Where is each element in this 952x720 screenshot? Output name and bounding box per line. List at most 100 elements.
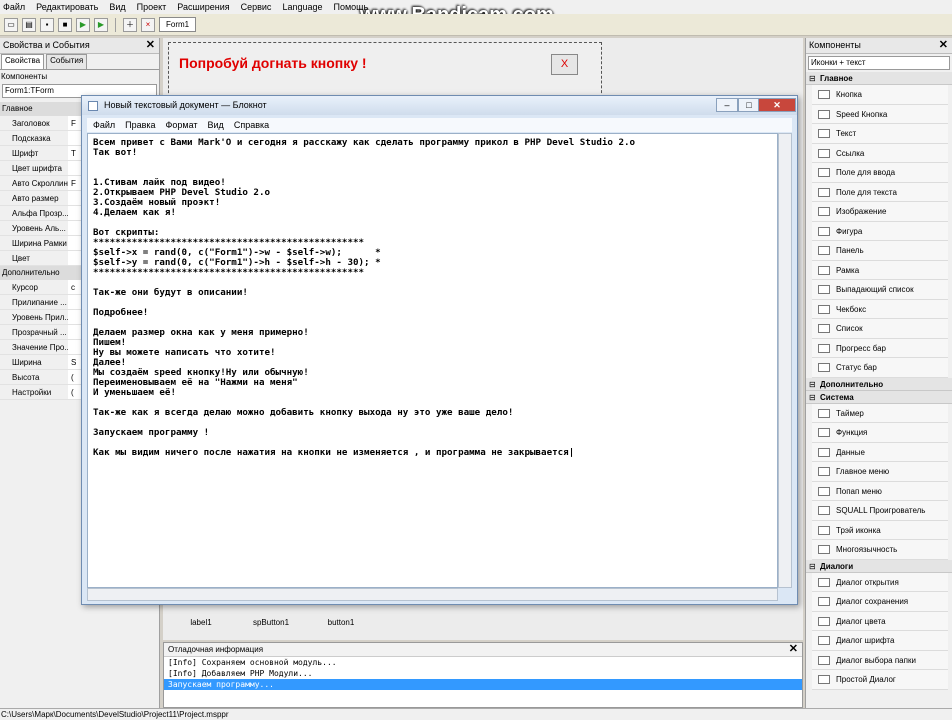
category-dialogs[interactable]: Диалоги [806, 559, 952, 573]
stop-icon[interactable]: ■ [58, 17, 72, 32]
menu-item[interactable]: Расширения [177, 2, 229, 12]
component-item[interactable]: Диалог сохранения [812, 592, 948, 612]
component-icon [818, 285, 830, 294]
component-spbutton1[interactable]: spButton1 [251, 618, 291, 627]
component-icon [818, 506, 830, 515]
component-icon [818, 545, 830, 554]
menu-item[interactable]: Вид [109, 2, 125, 12]
output-line: [Info] Добавляем PHP Модули... [168, 669, 313, 678]
menu-item[interactable]: Проект [137, 2, 167, 12]
category-extra[interactable]: Дополнительно [806, 377, 952, 391]
component-item-label: Диалог сохранения [836, 597, 909, 606]
component-icon [818, 324, 830, 333]
component-item[interactable]: Поле для ввода [812, 163, 948, 183]
close-icon[interactable]: ✕ [939, 38, 948, 53]
delete-form-icon[interactable]: × [141, 17, 155, 32]
component-item-label: Трэй иконка [836, 525, 881, 535]
maximize-icon[interactable]: □ [738, 98, 760, 112]
component-item[interactable]: Кнопка [812, 85, 948, 105]
component-item-label: Фигура [836, 226, 863, 236]
components-dialogs-list: Диалог открытия Диалог сохранения Диалог ц… [806, 572, 952, 690]
property-name: Шрифт [12, 149, 39, 158]
properties-panel-title-text: Свойства и События [3, 40, 90, 50]
new-file-icon[interactable]: ▭ [4, 17, 18, 32]
close-icon[interactable]: ✕ [146, 38, 155, 53]
horizontal-scrollbar[interactable] [87, 588, 778, 601]
component-label1[interactable]: label1 [181, 618, 221, 627]
debug-output-title-text: Отладочная информация [168, 645, 264, 654]
component-item[interactable]: Чекбокс [812, 299, 948, 319]
component-icon [818, 616, 830, 626]
tab-properties[interactable]: Свойства [1, 54, 45, 69]
view-mode-select[interactable]: Иконки + текст [808, 56, 950, 70]
component-item[interactable]: Диалог открытия [812, 572, 948, 592]
notepad-menu-item[interactable]: Правка [125, 118, 155, 132]
component-item[interactable]: Панель [812, 241, 948, 261]
component-item-label: Поле для ввода [836, 168, 896, 177]
close-icon[interactable]: ✕ [789, 643, 798, 656]
notepad-menu-item[interactable]: Вид [208, 118, 224, 132]
run-icon[interactable]: ▶ [94, 17, 108, 32]
run-debug-icon[interactable]: ▶ [76, 17, 90, 32]
component-item[interactable]: Список [812, 319, 948, 339]
menu-item[interactable]: Сервис [241, 2, 272, 12]
component-item[interactable]: Многоязычность [812, 540, 948, 560]
menu-item[interactable]: Файл [3, 2, 25, 12]
component-item[interactable]: Прогресс бар [812, 338, 948, 358]
component-icon [818, 636, 830, 645]
notepad-title-bar[interactable]: Новый текстовый документ — Блокнот [82, 96, 797, 115]
component-item[interactable]: SQUALL Проигрователь [812, 501, 948, 521]
component-item[interactable]: Ссылка [812, 143, 948, 163]
component-item[interactable]: Попап меню [812, 481, 948, 501]
category-main[interactable]: Главное [806, 72, 952, 85]
tab-events[interactable]: События [46, 54, 88, 69]
component-item[interactable]: Диалог выбора папки [812, 650, 948, 670]
property-name: Альфа Прозр... [12, 209, 68, 218]
component-button1[interactable]: button1 [321, 618, 361, 627]
property-name: Подсказка [12, 134, 51, 143]
component-item[interactable]: Функция [812, 423, 948, 443]
components-panel: Компоненты ✕ Иконки + текст Главное Кноп… [805, 38, 952, 708]
component-item[interactable]: Таймер [812, 403, 948, 423]
component-icon [818, 577, 830, 587]
component-item[interactable]: Главное меню [812, 462, 948, 482]
component-item[interactable]: Фигура [812, 221, 948, 241]
component-item[interactable]: Поле для текста [812, 182, 948, 202]
component-icon [818, 90, 830, 99]
component-item-label: Простой Диалог [836, 675, 896, 684]
menu-item[interactable]: Language [282, 2, 322, 12]
component-item[interactable]: Диалог шрифта [812, 631, 948, 651]
component-item-label: Текст [836, 129, 857, 138]
component-item[interactable]: Текст [812, 124, 948, 144]
vertical-scrollbar[interactable] [778, 133, 792, 588]
component-item[interactable]: Speed Кнопка [812, 104, 948, 124]
component-item[interactable]: Данные [812, 442, 948, 462]
notepad-menu-item[interactable]: Справка [234, 118, 269, 132]
property-name: Заголовок [12, 119, 50, 128]
notepad-menu-item[interactable]: Файл [93, 118, 115, 132]
form-title-label[interactable]: Попробуй догнать кнопку ! [179, 55, 367, 71]
component-item[interactable]: Простой Диалог [812, 670, 948, 690]
component-item[interactable]: Выпадающий список [812, 280, 948, 300]
component-item-label: Данные [836, 447, 865, 457]
tab-form1[interactable]: Form1 [159, 17, 197, 32]
notepad-text-area[interactable]: Всем привет с Вами Mark'O и сегодня я ра… [87, 133, 778, 588]
component-item[interactable]: Трэй иконка [812, 520, 948, 540]
menu-item[interactable]: Редактировать [36, 2, 98, 12]
save-icon[interactable]: ▪ [40, 17, 54, 32]
components-label: Компоненты [1, 72, 48, 81]
component-item[interactable]: Рамка [812, 260, 948, 280]
add-form-icon[interactable]: ＋ [123, 17, 137, 32]
debug-output-title: Отладочная информация ✕ [164, 643, 802, 657]
minimize-icon[interactable]: – [716, 98, 738, 112]
component-item[interactable]: Диалог цвета [812, 611, 948, 631]
component-icon [818, 168, 830, 177]
property-name: Уровень Аль... [12, 224, 66, 233]
form-close-button[interactable]: X [551, 54, 578, 75]
component-item[interactable]: Статус бар [812, 358, 948, 378]
open-folder-icon[interactable]: ▤ [22, 17, 36, 32]
component-item[interactable]: Изображение [812, 202, 948, 222]
category-system[interactable]: Система [806, 390, 952, 404]
close-icon[interactable]: ✕ [758, 98, 796, 112]
notepad-menu-item[interactable]: Формат [166, 118, 198, 132]
